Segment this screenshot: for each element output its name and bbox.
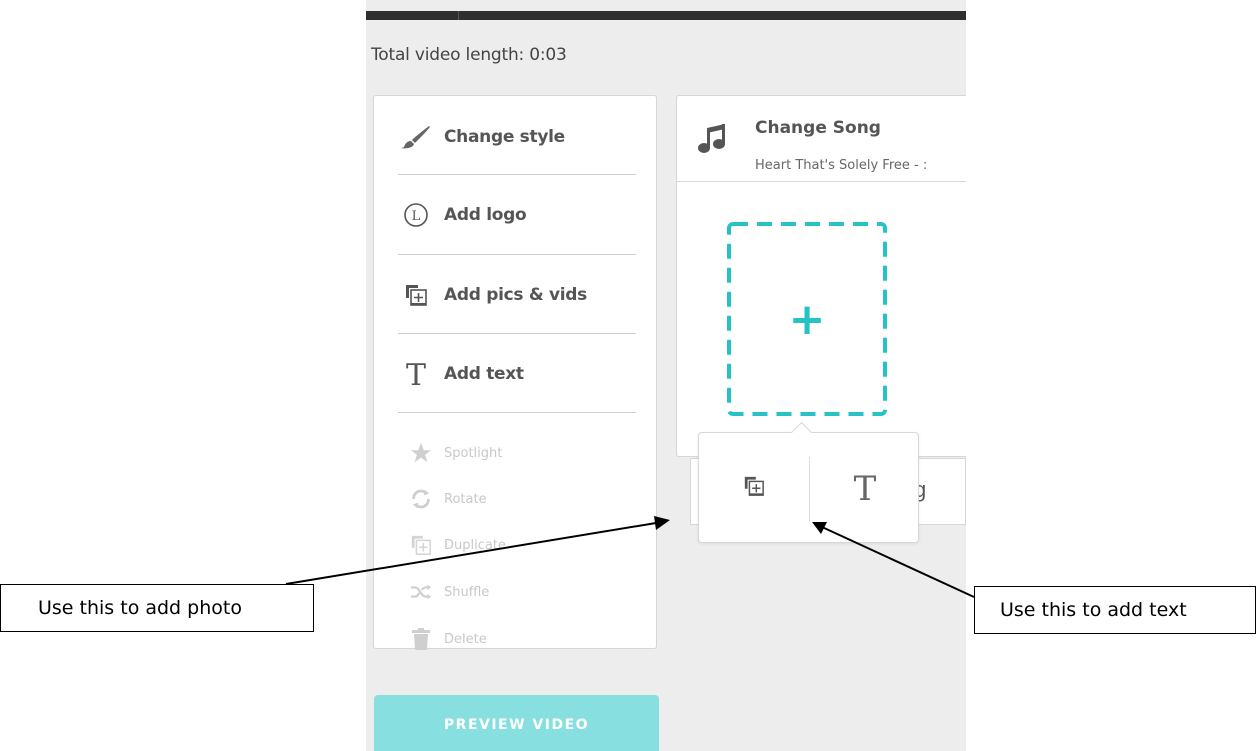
annotation-arrows — [285, 516, 975, 598]
add-text-callout: Use this to add text — [974, 586, 1256, 634]
add-photo-callout: Use this to add photo — [0, 584, 314, 632]
